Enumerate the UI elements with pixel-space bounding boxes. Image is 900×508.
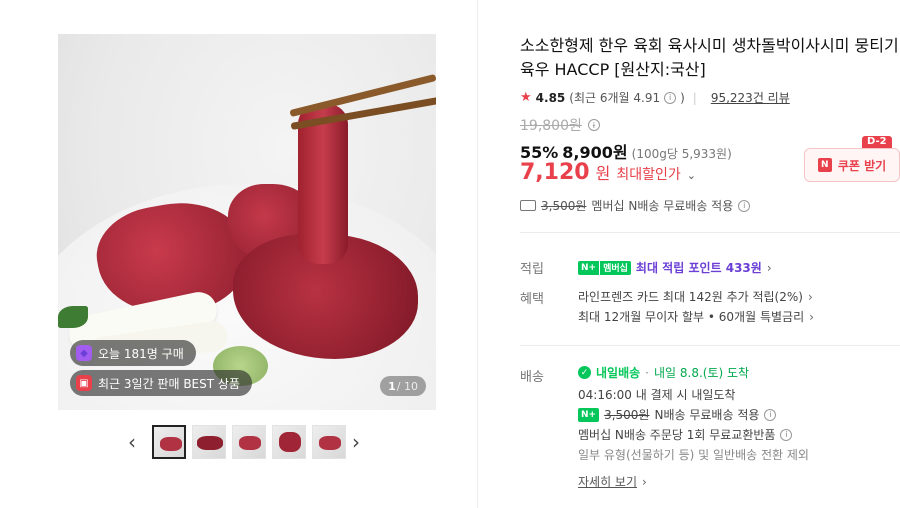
product-title: 소소한형제 한우 육회 육사시미 생차돌박이사시미 뭉티기 육우 HACCP [… — [520, 36, 899, 79]
max-discount-row[interactable]: 7,120 원 최대할인가 ⌄ — [520, 160, 696, 185]
chevron-right-icon: › — [807, 289, 813, 304]
today-buyers-text: 오늘 181명 구매 — [98, 346, 184, 361]
delivery-date-row: ✓ 내일배송 · 내일 8.8.(토) 도착 — [578, 364, 749, 381]
thumbnail[interactable] — [192, 425, 226, 459]
star-icon: ★ — [520, 90, 532, 105]
review-count-link[interactable]: 95,223건 리뷰 — [711, 89, 790, 106]
divider — [520, 232, 900, 233]
details-link-row[interactable]: 자세히 보기 › — [578, 473, 647, 490]
info-icon[interactable]: i — [664, 91, 677, 104]
info-icon[interactable]: i — [780, 428, 793, 441]
product-main-image[interactable]: ◆ 오늘 181명 구매 ▣ 최근 3일간 판매 BEST 상품 1 / 10 — [58, 34, 436, 410]
delivery-fee-row: N+ 3,500원 N배송 무료배송 적용 i — [578, 406, 777, 423]
image-counter: 1 / 10 — [380, 376, 426, 396]
thumbnail[interactable] — [312, 425, 346, 459]
rating-row: ★ 4.85 (최근 6개월 4.91 i) | 95,223건 리뷰 — [520, 89, 790, 106]
thumbnail[interactable] — [272, 425, 306, 459]
benefit-installment-row[interactable]: 최대 12개월 무이자 할부 • 60개월 특별금리 › — [578, 308, 814, 325]
rating-recent: (최근 6개월 4.91 — [569, 91, 661, 105]
chevron-right-icon[interactable]: › — [352, 430, 360, 454]
thumbnail[interactable] — [232, 425, 266, 459]
membership-text: 멤버십 — [599, 260, 631, 275]
shipping-fee-strike: 3,500원 — [541, 199, 587, 213]
delivery-fee-note: N배송 무료배송 적용 — [654, 408, 760, 422]
points-label: 적립 — [520, 262, 544, 277]
chevron-right-icon: › — [642, 474, 647, 489]
rating-recent-close: ) — [680, 90, 685, 105]
shipping-note: 멤버십 N배송 무료배송 적용 — [591, 199, 734, 213]
delivery-date: 내일 8.8.(토) 도착 — [654, 366, 750, 380]
coupon-label: 쿠폰 받기 — [837, 158, 887, 173]
points-row[interactable]: N+ 멤버십 최대 적립 포인트 433원 › — [578, 259, 772, 276]
delivery-cutoff: 04:16:00 내 결제 시 내일도착 — [578, 388, 736, 402]
product-gallery: ◆ 오늘 181명 구매 ▣ 최근 3일간 판매 BEST 상품 1 / 10 … — [0, 0, 477, 508]
thumbnail[interactable] — [152, 425, 186, 459]
divider — [520, 345, 900, 346]
coupon-button[interactable]: N 쿠폰 받기 — [804, 148, 900, 182]
shipping-summary: 3,500원 멤버십 N배송 무료배송 적용 i — [520, 197, 751, 214]
image-counter-total: / 10 — [396, 379, 418, 393]
herb-garnish — [58, 306, 88, 328]
chevron-left-icon[interactable]: ‹ — [128, 430, 136, 454]
naver-n-icon: N — [817, 158, 832, 172]
benefit-installment-text: 최대 12개월 무이자 할부 • 60개월 특별금리 — [578, 310, 805, 324]
info-icon[interactable]: i — [764, 408, 777, 421]
best-seller-badge: ▣ 최근 3일간 판매 BEST 상품 — [70, 370, 252, 396]
delivery-cutoff-row: 04:16:00 내 결제 시 내일도착 — [578, 386, 735, 403]
column-divider — [477, 0, 478, 508]
separator: · — [645, 365, 649, 380]
check-icon: ✓ — [578, 366, 591, 379]
benefit-card-text: 라인프렌즈 카드 최대 142원 추가 적립(2%) — [578, 290, 803, 304]
delivery-brand: 내일배송 — [596, 366, 641, 380]
original-price: 19,800원 — [520, 118, 582, 134]
max-discount-won: 원 — [595, 164, 611, 183]
today-buyers-badge: ◆ 오늘 181명 구매 — [70, 340, 196, 366]
delivery-fee-strike: 3,500원 — [604, 408, 650, 422]
meat-strands — [298, 104, 348, 264]
truck-icon — [520, 200, 536, 211]
separator: | — [692, 90, 697, 105]
exclusion-row: 일부 유형(선물하기 등) 및 일반배송 전환 제외 — [578, 446, 809, 463]
info-icon[interactable]: i — [587, 119, 600, 131]
max-discount-price: 7,120 — [520, 160, 590, 185]
exclusion-note: 일부 유형(선물하기 등) 및 일반배송 전환 제외 — [578, 448, 809, 462]
best-seller-text: 최근 3일간 판매 BEST 상품 — [98, 376, 240, 391]
max-points: 최대 적립 포인트 433원 — [635, 261, 762, 275]
max-discount-label: 최대할인가 — [616, 167, 681, 183]
image-counter-current: 1 — [388, 379, 396, 393]
naver-membership-badge: N+ 멤버십 — [578, 260, 631, 275]
return-note: 멤버십 N배송 주문당 1회 무료교환반품 — [578, 428, 776, 442]
benefits-label: 혜택 — [520, 292, 544, 307]
info-icon[interactable]: i — [738, 199, 751, 212]
return-row: 멤버십 N배송 주문당 1회 무료교환반품 i — [578, 426, 793, 443]
naver-plus-badge: N+ — [578, 407, 600, 422]
original-price-row: 19,800원 i — [520, 115, 600, 135]
benefit-card-row[interactable]: 라인프렌즈 카드 최대 142원 추가 적립(2%) › — [578, 288, 813, 305]
gift-icon: ▣ — [76, 375, 92, 391]
delivery-label: 배송 — [520, 370, 544, 385]
chevron-right-icon: › — [809, 309, 814, 324]
rating-score: 4.85 — [535, 90, 566, 105]
thumbnail-strip — [152, 425, 346, 459]
chevron-down-icon: ⌄ — [686, 169, 696, 182]
shopping-bag-icon: ◆ — [76, 345, 92, 361]
details-link[interactable]: 자세히 보기 — [578, 473, 637, 490]
chevron-right-icon: › — [766, 260, 772, 275]
